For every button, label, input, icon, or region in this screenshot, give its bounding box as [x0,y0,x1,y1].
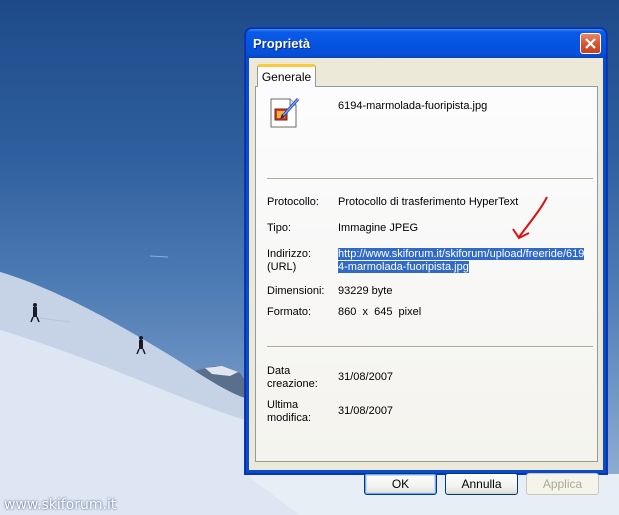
format-label: Formato: [267,306,312,318]
watermark: www.skiforum.it [4,497,117,513]
tab-generale[interactable]: Generale [257,64,316,87]
ok-button[interactable]: OK [364,473,437,495]
address-url[interactable]: http://www.skiforum.it/skiforum/upload/f… [338,248,585,273]
file-name: 6194-marmolada-fuoripista.jpg [338,100,488,112]
title-bar[interactable]: Proprietà [246,29,606,58]
created-value: 31/08/2007 [338,371,394,383]
jpeg-image-file-icon [270,98,300,128]
general-panel: 6194-marmolada-fuoripista.jpg Protocollo… [255,86,598,462]
type-label: Tipo: [267,222,292,234]
separator [267,178,593,180]
tab-label: Generale [261,70,312,84]
protocol-label: Protocollo: [267,196,319,208]
format-value: 860 x 645 pixel [338,306,422,318]
dialog-client-area: Generale 6194-marmolada-fuoripista.jpg P… [249,58,603,495]
address-label: Indirizzo: [267,248,312,260]
modified-value: 31/08/2007 [338,405,394,417]
separator [267,346,593,348]
created-label-2: creazione: [267,378,318,390]
created-label: Data [267,365,291,377]
cancel-button[interactable]: Annulla [445,473,518,495]
close-button[interactable] [580,33,601,54]
protocol-value: Protocollo di trasferimento HyperText [338,196,519,208]
modified-label-2: modifica: [267,412,312,424]
modified-label: Ultima [267,399,299,411]
properties-dialog: Proprietà Generale 6194-marmolada-fuorip… [245,28,607,495]
type-value: Immagine JPEG [338,222,419,234]
apply-button[interactable]: Applica [526,473,599,495]
size-label: Dimensioni: [267,285,325,297]
size-value: 93229 byte [338,285,393,297]
close-icon [585,38,596,49]
address-label-url: (URL) [267,261,297,273]
contrail [149,255,169,258]
window-title: Proprietà [253,36,311,51]
annotation-arrow-icon [512,196,548,240]
address-value[interactable]: http://www.skiforum.it/skiforum/upload/f… [338,248,588,274]
